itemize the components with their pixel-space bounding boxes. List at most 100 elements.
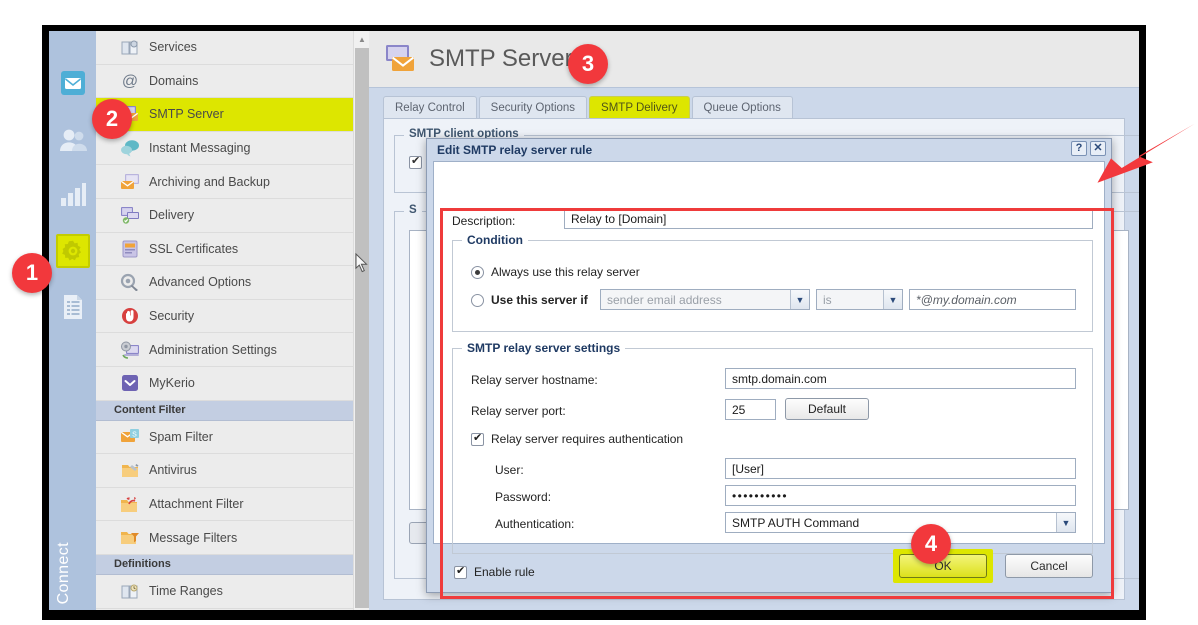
mykerio-icon	[120, 373, 140, 393]
authentication-select[interactable]: SMTP AUTH Command ▼	[725, 512, 1076, 533]
logs-icon[interactable]	[56, 290, 90, 324]
certificate-icon	[120, 239, 140, 259]
always-use-relay-radio[interactable]	[471, 266, 484, 279]
red-arrow	[1078, 112, 1196, 199]
spam-filter-icon: S	[120, 427, 140, 447]
password-masked-value: ••••••••••	[732, 488, 789, 503]
sidebar-item-label: Administration Settings	[149, 342, 277, 357]
tab-relay-control[interactable]: Relay Control	[383, 96, 477, 118]
sidebar-item-archiving-and-backup[interactable]: Archiving and Backup	[96, 165, 369, 199]
port-input[interactable]: 25	[725, 399, 776, 420]
message-filters-icon	[120, 528, 140, 548]
port-default-button[interactable]: Default	[785, 398, 869, 420]
authentication-label: Authentication:	[495, 517, 575, 531]
sidebar-item-label: SMTP Server	[149, 107, 224, 122]
description-input[interactable]: Relay to [Domain]	[564, 208, 1093, 229]
settings-sidebar: Services @ Domains SMTP Server Instant M…	[96, 31, 369, 610]
dialog-footer: OK Cancel	[433, 546, 1105, 586]
description-label: Description:	[452, 214, 516, 228]
cancel-button[interactable]: Cancel	[1005, 554, 1093, 578]
page-title: SMTP Server	[429, 45, 573, 72]
condition-pattern-input[interactable]: *@my.domain.com	[909, 289, 1076, 310]
screenshot-root: Connect Services @ Domains SMTP Server I…	[0, 0, 1198, 625]
svg-text:S: S	[132, 431, 137, 438]
sidebar-item-antivirus[interactable]: Antivirus	[96, 454, 369, 488]
dialog-body: Description: Relay to [Domain] Condition…	[433, 161, 1114, 599]
advanced-gear-icon	[120, 272, 140, 292]
sidebar-item-message-filters[interactable]: Message Filters	[96, 521, 369, 555]
sidebar-item-label: Archiving and Backup	[149, 174, 270, 189]
fieldset-legend: S	[404, 204, 422, 216]
sidebar-item-delivery[interactable]: Delivery	[96, 199, 369, 233]
statistics-icon[interactable]	[56, 178, 90, 212]
tab-security-options[interactable]: Security Options	[478, 96, 588, 118]
sidebar-item-label: Time Ranges	[149, 584, 223, 599]
condition-field-select[interactable]: sender email address ▼	[600, 289, 810, 310]
smtp-server-icon	[383, 43, 417, 75]
security-shield-icon	[120, 306, 140, 326]
sidebar-item-administration-settings[interactable]: Administration Settings	[96, 333, 369, 367]
callout-badge-1: 1	[12, 253, 52, 293]
tab-smtp-delivery[interactable]: SMTP Delivery	[589, 96, 690, 118]
app-window-frame: Connect Services @ Domains SMTP Server I…	[42, 25, 1146, 620]
port-label: Relay server port:	[471, 404, 566, 418]
chat-icon	[120, 138, 140, 158]
antivirus-icon	[120, 460, 140, 480]
sidebar-item-spam-filter[interactable]: S Spam Filter	[96, 421, 369, 455]
sidebar-item-attachment-filter[interactable]: Attachment Filter	[96, 488, 369, 522]
sidebar-item-security[interactable]: Security	[96, 300, 369, 334]
chevron-down-icon[interactable]: ▼	[883, 290, 902, 309]
password-input[interactable]: ••••••••••	[725, 485, 1076, 506]
sidebar-item-time-ranges[interactable]: Time Ranges	[96, 575, 369, 609]
svg-text:@: @	[122, 73, 138, 90]
sidebar-item-label: Instant Messaging	[149, 141, 251, 156]
user-input[interactable]: [User]	[725, 458, 1076, 479]
sidebar-scrollbar[interactable]: ▲	[353, 31, 369, 610]
sidebar-item-label: Delivery	[149, 208, 195, 223]
chevron-down-icon[interactable]: ▼	[790, 290, 809, 309]
use-server-if-radio[interactable]	[471, 294, 484, 307]
requires-auth-checkbox[interactable]	[471, 431, 484, 446]
relay-rule-form: Description: Relay to [Domain] Condition…	[434, 162, 1104, 579]
scrollbar-thumb[interactable]	[355, 48, 369, 608]
tab-queue-options[interactable]: Queue Options	[691, 96, 793, 118]
sidebar-item-domains[interactable]: @ Domains	[96, 65, 369, 99]
mail-icon[interactable]	[56, 66, 90, 100]
chevron-down-icon[interactable]: ▼	[1056, 513, 1075, 532]
callout-badge-3: 3	[568, 44, 608, 84]
condition-group: Condition Always use this relay server U…	[452, 233, 1093, 332]
at-icon: @	[120, 71, 140, 91]
module-rail: Connect	[49, 31, 96, 610]
sidebar-item-services[interactable]: Services	[96, 31, 369, 65]
hostname-input[interactable]: smtp.domain.com	[725, 368, 1076, 389]
sidebar-item-mykerio[interactable]: MyKerio	[96, 367, 369, 401]
callout-badge-4: 4	[911, 524, 951, 564]
tabs: Relay Control Security Options SMTP Deli…	[369, 88, 1139, 118]
condition-operator-select[interactable]: is ▼	[816, 289, 903, 310]
authentication-value: SMTP AUTH Command	[732, 515, 860, 530]
sidebar-item-label: Security	[149, 309, 195, 324]
edit-smtp-relay-server-rule-dialog: Edit SMTP relay server rule ? ✕ Descript…	[426, 138, 1114, 599]
relay-settings-group: SMTP relay server settings Relay server …	[452, 341, 1093, 554]
mouse-cursor	[355, 252, 369, 278]
sidebar-item-label: Domains	[149, 73, 199, 88]
hostname-label: Relay server hostname:	[471, 373, 598, 387]
rail-product-word: Connect	[55, 541, 72, 604]
use-server-if-label: Use this server if	[491, 293, 588, 307]
sidebar-item-advanced-options[interactable]: Advanced Options	[96, 266, 369, 300]
sidebar-item-label: Attachment Filter	[149, 497, 244, 512]
users-icon[interactable]	[56, 123, 90, 157]
sidebar-item-label: MyKerio	[149, 376, 195, 391]
sidebar-item-instant-messaging[interactable]: Instant Messaging	[96, 132, 369, 166]
sidebar-item-smtp-server[interactable]: SMTP Server	[96, 98, 369, 132]
relay-settings-legend: SMTP relay server settings	[462, 341, 626, 355]
scroll-up-icon[interactable]: ▲	[354, 31, 370, 47]
configuration-gear-icon[interactable]	[56, 234, 90, 268]
sidebar-item-ssl-certificates[interactable]: SSL Certificates	[96, 233, 369, 267]
user-label: User:	[495, 463, 524, 477]
bg-option-checkbox[interactable]	[409, 154, 422, 169]
sidebar-item-label: Message Filters	[149, 530, 238, 545]
sidebar-group-definitions: Definitions	[96, 554, 369, 575]
dialog-title-bar: Edit SMTP relay server rule ? ✕	[427, 139, 1111, 160]
services-icon	[120, 37, 140, 57]
